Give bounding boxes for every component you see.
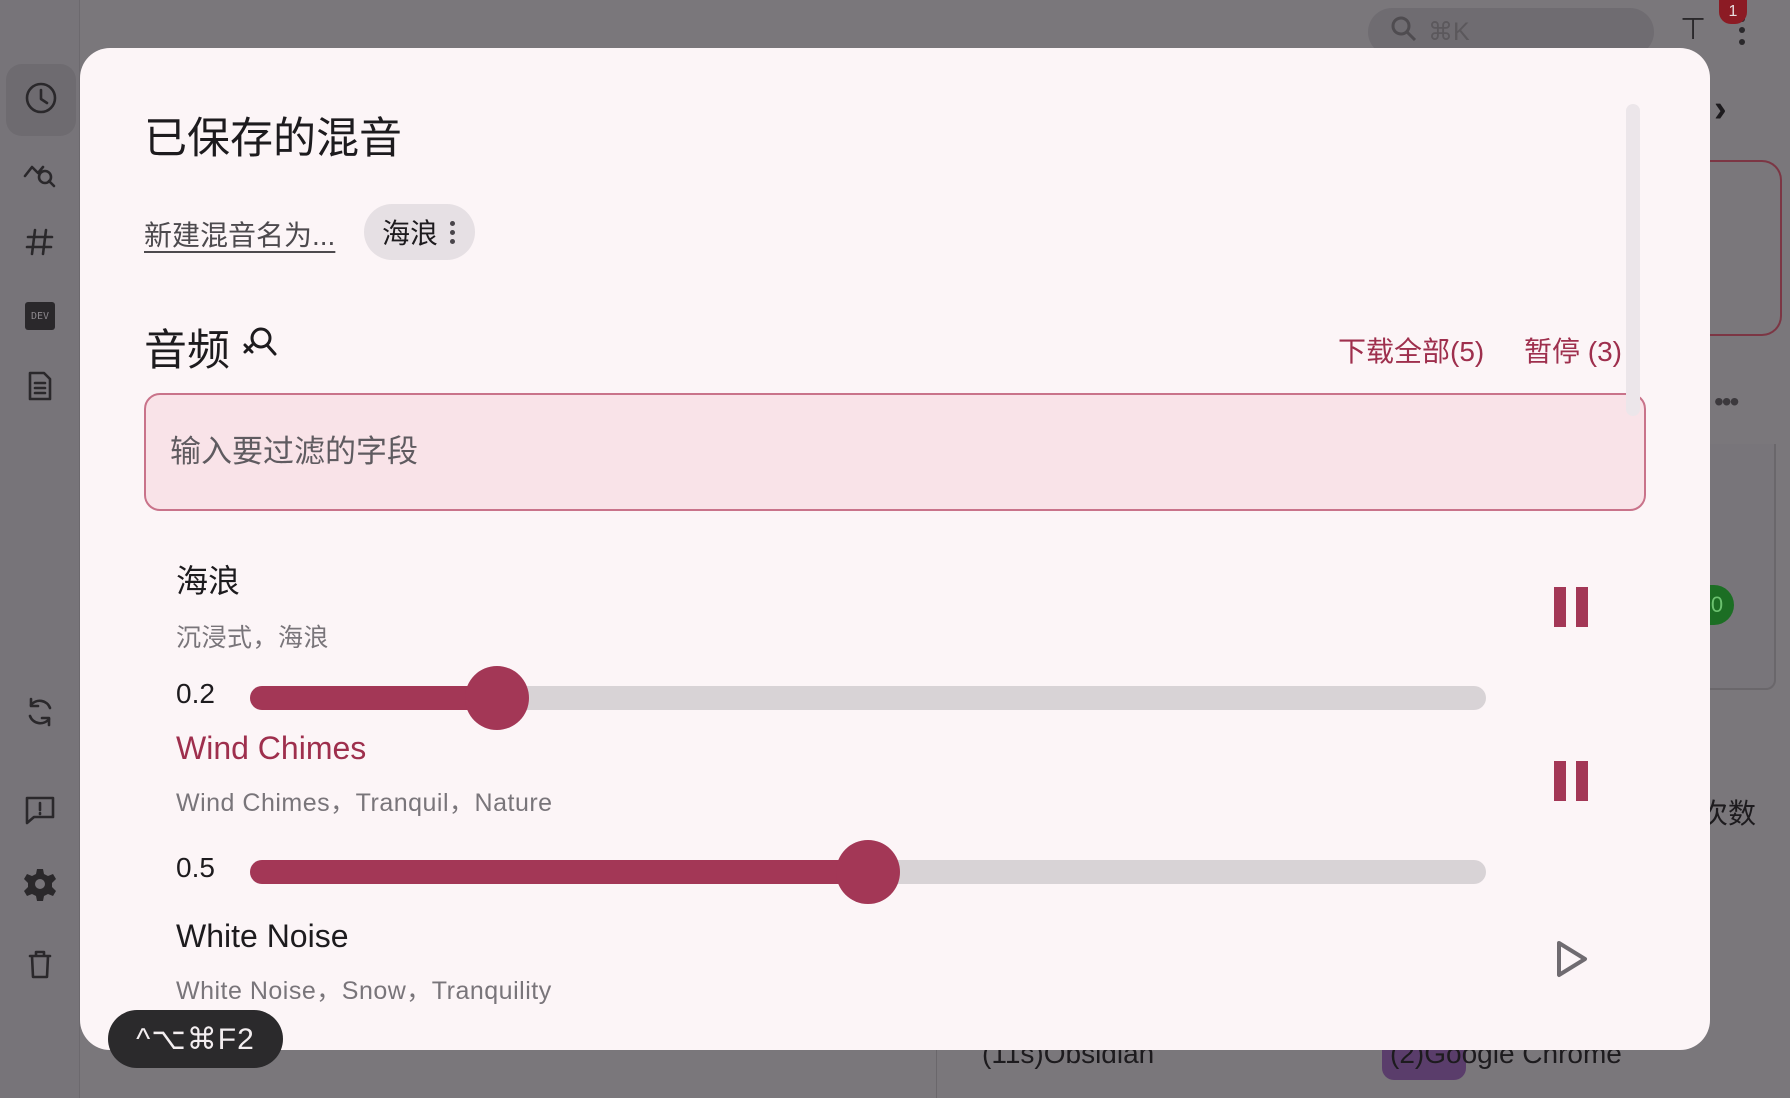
section-title: 音频 [144, 316, 280, 378]
background-card [1700, 160, 1782, 336]
chevron-right-icon[interactable]: › [1714, 88, 1727, 131]
pause-icon [1554, 587, 1588, 627]
pause-all-button[interactable]: 暂停 (3) [1524, 330, 1622, 370]
scrollbar[interactable] [1626, 104, 1640, 416]
notification-badge: 1 [1719, 0, 1747, 24]
app-sidebar: DEV [0, 0, 80, 1098]
document-icon [22, 368, 58, 409]
dialog-title: 已保存的混音 [144, 115, 402, 163]
volume-slider[interactable] [250, 666, 1486, 730]
sound-item: Wind Chimes Wind Chimes，Tranquil，Nature … [176, 730, 1626, 904]
more-horiz-icon[interactable]: ••• [1714, 386, 1739, 418]
saved-mix-chip-label: 海浪 [382, 218, 439, 249]
sidebar-item-history[interactable] [6, 64, 76, 136]
volume-value: 0.5 [176, 852, 215, 883]
volume-slider-thumb[interactable] [465, 666, 530, 730]
sound-tags: White Noise，Snow，Tranquility [176, 977, 552, 1005]
sound-tags: Wind Chimes，Tranquil，Nature [176, 789, 553, 817]
sidebar-item-sync[interactable] [0, 678, 80, 750]
sidebar-item-trash[interactable] [0, 930, 80, 1002]
play-icon [1553, 939, 1589, 984]
pause-icon [1554, 761, 1588, 801]
filter-field[interactable] [144, 393, 1646, 511]
sidebar-item-notes[interactable] [0, 352, 80, 424]
volume-row: 0.5 [176, 840, 1576, 904]
feedback-icon [22, 792, 58, 833]
new-mix-link[interactable]: 新建混音名为... [144, 214, 335, 254]
sound-name: Wind Chimes [176, 730, 367, 766]
pause-button[interactable] [1546, 582, 1596, 632]
chart-search-icon [22, 154, 58, 195]
search-off-icon[interactable] [242, 323, 280, 372]
volume-slider-thumb[interactable] [836, 840, 900, 904]
filter-input[interactable] [170, 434, 1644, 470]
trash-icon [22, 946, 58, 987]
volume-slider-fill [250, 860, 868, 884]
sidebar-item-dev[interactable]: DEV [0, 280, 80, 352]
search-icon [1390, 15, 1418, 50]
download-all-button[interactable]: 下载全部(5) [1338, 330, 1484, 370]
background-card [1700, 444, 1776, 690]
sound-name: 海浪 [176, 563, 241, 599]
pause-button[interactable] [1546, 756, 1596, 806]
sync-icon [22, 694, 58, 735]
sidebar-item-settings[interactable] [0, 850, 80, 922]
dev-icon: DEV [25, 302, 55, 330]
clock-icon [23, 80, 59, 121]
volume-value: 0.2 [176, 678, 215, 709]
search-shortcut: ⌘K [1428, 18, 1470, 46]
play-button[interactable] [1546, 936, 1596, 986]
audio-section-label: 音频 [144, 327, 230, 375]
more-vert-icon[interactable] [450, 220, 456, 244]
sidebar-item-tags[interactable] [0, 208, 80, 280]
saved-mixes-dialog: 已保存的混音 新建混音名为... 海浪 音频 下载全部(5) 暂停 (3) 海浪… [80, 48, 1710, 1050]
sidebar-item-analytics[interactable] [0, 138, 80, 210]
sound-name: White Noise [176, 918, 349, 954]
sidebar-item-feedback[interactable] [0, 776, 80, 848]
volume-slider[interactable] [250, 840, 1486, 904]
keyboard-shortcut-hint: ^⌥⌘F2 [108, 1010, 283, 1068]
gear-icon [22, 866, 58, 907]
hash-icon [22, 224, 58, 265]
sound-item: White Noise White Noise，Snow，Tranquility [176, 918, 1626, 1048]
sound-tags: 沉浸式，海浪 [176, 624, 330, 652]
sound-item: 海浪 沉浸式，海浪 0.2 [176, 556, 1626, 730]
volume-row: 0.2 [176, 666, 1576, 730]
saved-mix-chip[interactable]: 海浪 [364, 204, 476, 260]
volume-slider-fill [250, 686, 498, 710]
pin-icon[interactable]: ⊤ [1680, 12, 1706, 47]
